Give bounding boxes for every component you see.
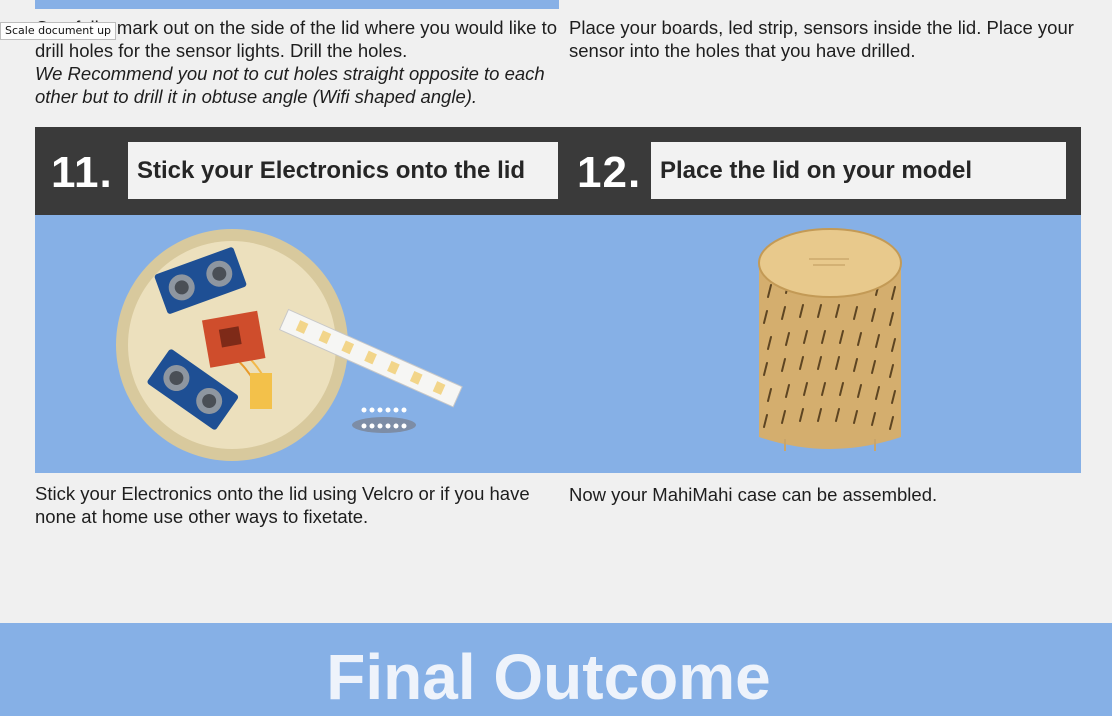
step-11-title: Stick your Electronics onto the lid [128, 142, 558, 199]
step-12-title: Place the lid on your model [651, 142, 1066, 199]
step-11-caption: Stick your Electronics onto the lid usin… [35, 483, 530, 527]
final-outcome-title: Final Outcome [326, 641, 771, 713]
steps-image-band [35, 215, 1081, 473]
previous-step-left-note: We Recommend you not to cut holes straig… [35, 63, 545, 107]
step-11-number: 11. [51, 148, 113, 197]
previous-step-right-text: Place your boards, led strip, sensors in… [569, 17, 1074, 61]
scale-document-tooltip: Scale document up [0, 22, 117, 40]
previous-image-strip [35, 0, 559, 9]
wooden-cylinder-model-illustration [758, 228, 902, 451]
lid-electronics-illustration [116, 229, 463, 461]
step-12-number: 12. [577, 148, 642, 197]
step-12-caption: Now your MahiMahi case can be assembled. [569, 484, 938, 505]
